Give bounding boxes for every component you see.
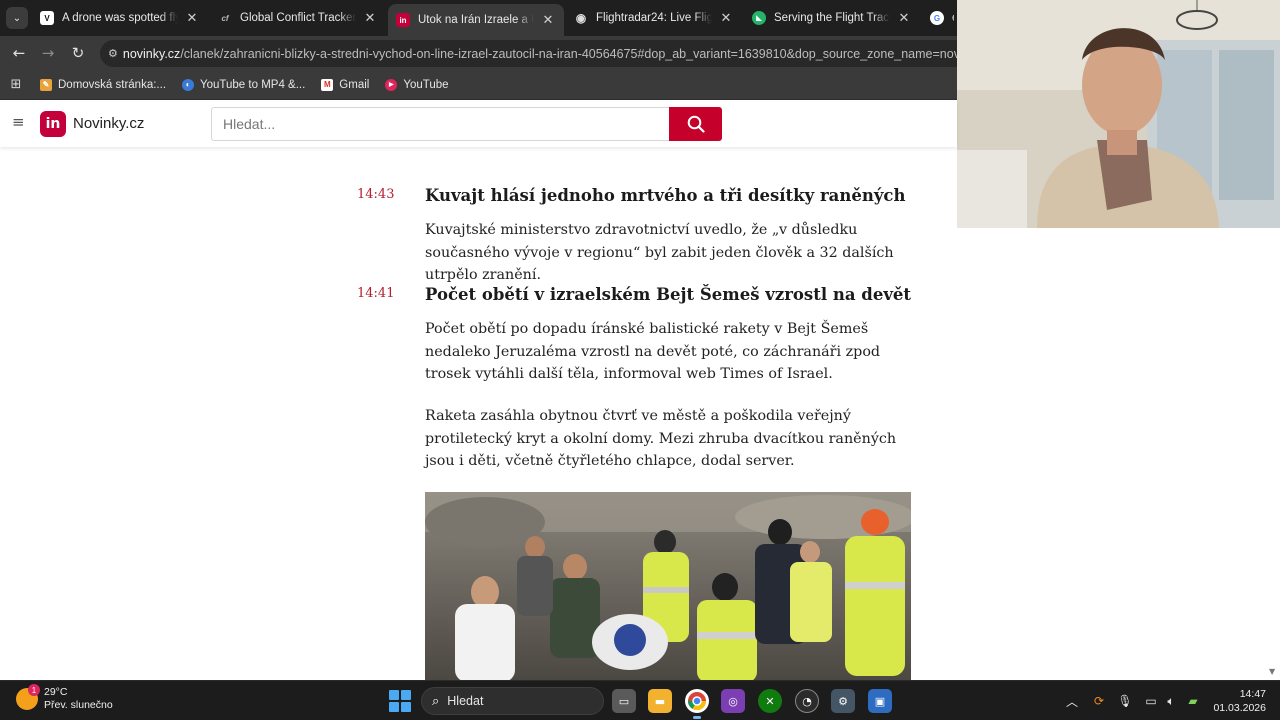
entry-paragraph: Raketa zasáhla obytnou čtvrť ve městě a … (425, 408, 897, 469)
tab-flightradar24[interactable]: ◉ Flightradar24: Live Flight Tr ✕ (566, 4, 742, 32)
previous-paragraph-fragment: ... (425, 147, 439, 151)
live-feed: ... 14:43 Kuvajt hlásí jednoho mrtvého a… (0, 147, 957, 680)
chrome-icon[interactable] (685, 689, 709, 719)
tab-title: Útok na Írán Izraele a USA (418, 14, 534, 26)
xbox-icon[interactable]: ✕ (758, 689, 782, 713)
sync-icon[interactable]: ⟳ (1090, 692, 1108, 710)
battery-icon[interactable]: ▰ (1184, 692, 1202, 710)
obs-icon[interactable]: ◔ (795, 689, 819, 713)
file-explorer-icon[interactable]: ▬ (648, 689, 672, 713)
bookmarks-bar: ⊞ ✎ Domovská stránka:... ◐ YouTube to MP… (0, 70, 957, 100)
tab-title: A drone was spotted flying (62, 12, 178, 24)
close-icon[interactable]: ✕ (540, 12, 556, 28)
search-icon (687, 115, 705, 133)
taskbar-search-label: Hledat (447, 694, 484, 708)
entry-headline: Počet obětí v izraelském Bejt Šemeš vzro… (425, 285, 912, 304)
search-button[interactable] (669, 107, 722, 141)
notification-badge: 1 (28, 684, 40, 696)
tab-search-dropdown[interactable]: ⌄ (6, 7, 28, 29)
bookmark-favicon-icon: ◐ (182, 78, 195, 91)
streamer-camera-feed (957, 0, 1280, 228)
close-icon[interactable]: ✕ (718, 10, 734, 26)
apps-grid-icon[interactable]: ⊞ (0, 70, 32, 100)
tab-favicon-icon: ◉ (575, 11, 587, 25)
back-button[interactable]: ← (7, 42, 31, 64)
tab-drone[interactable]: V A drone was spotted flying ✕ (32, 4, 208, 32)
clock-time: 14:47 (1239, 688, 1266, 700)
bookmark-label: Gmail (339, 78, 370, 91)
clock-date: 01.03.2026 (1213, 702, 1266, 714)
weather-widget[interactable]: 1 29°C Přev. slunečno (16, 684, 113, 712)
tab-favicon-icon: in (396, 13, 410, 27)
windows-logo-icon (389, 690, 399, 700)
start-button[interactable] (389, 690, 411, 712)
remote-desktop-icon[interactable]: ▣ (868, 689, 892, 713)
weather-sun-icon: 1 (16, 684, 40, 710)
microphone-icon[interactable]: 🎙︎ (1116, 692, 1134, 710)
bookmark-favicon-icon: ✎ (40, 78, 52, 91)
youtube-icon: ▶ (385, 78, 398, 91)
taskbar-search[interactable]: ⌕ Hledat (421, 687, 604, 715)
url-host: novinky.cz (122, 46, 181, 61)
weather-description: Přev. slunečno (44, 699, 113, 711)
settings-icon[interactable]: ⚙ (831, 689, 855, 713)
url-text[interactable]: novinky.cz/clanek/zahranicni-blizky-a-st… (123, 47, 970, 61)
novinky-logo-icon[interactable]: in (40, 111, 66, 137)
browser-toolbar: ← → ↻ ⚙ novinky.cz/clanek/zahranicni-bli… (0, 36, 970, 70)
address-bar[interactable]: ⚙ novinky.cz/clanek/zahranicni-blizky-a-… (100, 40, 970, 67)
bookmark-domovska-stranka[interactable]: ✎ Domovská stránka:... (32, 73, 174, 97)
url-path: /clanek/zahranicni-blizky-a-stredni-vych… (180, 46, 970, 61)
forward-button[interactable]: → (36, 42, 60, 64)
bookmark-label: YouTube to MP4 &... (200, 78, 306, 91)
task-view-icon[interactable]: ▭ (612, 689, 636, 713)
tab-title: Global Conflict Tracker | CF (240, 12, 356, 24)
tab-serving-flight-tracking[interactable]: ◣ Serving the Flight Tracking ✕ (744, 4, 920, 32)
tab-favicon-icon: cf (221, 13, 229, 23)
tab-strip: ⌄ V A drone was spotted flying ✕ cf Glob… (0, 0, 957, 36)
menu-icon[interactable]: ≡ (12, 114, 26, 130)
article-photo[interactable] (425, 492, 911, 680)
close-icon[interactable]: ✕ (184, 10, 200, 26)
chevron-up-icon[interactable]: ︿ (1063, 692, 1081, 710)
entry-paragraph: Počet obětí po dopadu íránské balistické… (425, 321, 881, 382)
gmail-icon: M (321, 78, 334, 91)
site-info-icon[interactable]: ⚙ (108, 45, 118, 63)
entry-headline: Kuvajt hlásí jednoho mrtvého a tři desít… (425, 186, 906, 205)
system-clock[interactable]: 14:47 01.03.2026 (1212, 687, 1266, 715)
chrome-logo-icon (688, 692, 706, 711)
tab-global-conflict-tracker[interactable]: cf Global Conflict Tracker | CF ✕ (210, 4, 386, 32)
google-icon: G (930, 11, 944, 25)
page-scrollbar[interactable] (1267, 228, 1280, 680)
scroll-down-icon[interactable]: ▼ (1269, 667, 1278, 676)
taskbar: 1 29°C Přev. slunečno ⌕ Hledat ▭ ▬ ◎ ✕ ◔… (0, 680, 1280, 720)
tab-utok-na-iran[interactable]: in Útok na Írán Izraele a USA ✕ (388, 4, 564, 36)
bookmark-youtube-to-mp4[interactable]: ◐ YouTube to MP4 &... (174, 73, 313, 97)
bookmark-gmail[interactable]: M Gmail (313, 73, 377, 97)
rescue-scene-image (425, 492, 911, 680)
close-icon[interactable]: ✕ (896, 10, 912, 26)
network-icon[interactable]: ▭ (1142, 692, 1160, 710)
bookmark-label: YouTube (403, 78, 449, 91)
volume-icon[interactable]: 🔈︎ (1162, 692, 1180, 710)
entry-time[interactable]: 14:41 (357, 286, 394, 301)
entry-paragraph: Kuvajtské ministerstvo zdravotnictví uve… (425, 222, 894, 283)
close-icon[interactable]: ✕ (362, 10, 378, 26)
site-header: ≡ in Novinky.cz (0, 100, 957, 147)
tab-favicon-icon: ◣ (752, 11, 766, 25)
tab-title: Flightradar24: Live Flight Tr (596, 12, 712, 24)
site-name[interactable]: Novinky.cz (73, 115, 144, 132)
tab-google[interactable]: G eu (922, 4, 962, 32)
search-input[interactable] (211, 107, 670, 141)
tab-title: eu (952, 12, 954, 24)
weather-temperature: 29°C (44, 686, 68, 698)
tab-favicon-icon: V (40, 11, 54, 25)
media-app-icon[interactable]: ◎ (721, 689, 745, 713)
entry-time[interactable]: 14:43 (357, 187, 394, 202)
bookmark-label: Domovská stránka:... (58, 78, 167, 91)
bookmark-youtube[interactable]: ▶ YouTube (377, 73, 456, 97)
search-icon: ⌕ (432, 693, 440, 708)
webcam-overlay (957, 0, 1280, 228)
tab-title: Serving the Flight Tracking (774, 12, 890, 24)
reload-button[interactable]: ↻ (66, 42, 90, 64)
